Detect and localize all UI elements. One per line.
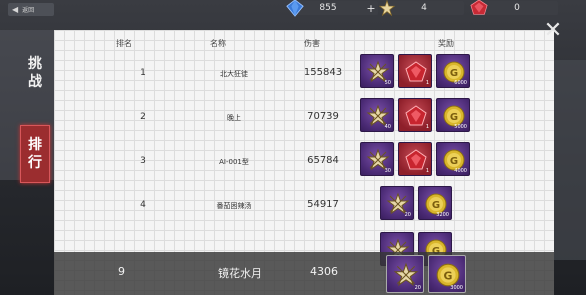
reward-item[interactable]: G 4000 xyxy=(436,142,470,176)
reward-count: 30 xyxy=(384,168,391,174)
row-damage: 155843 xyxy=(303,67,343,78)
svg-text:G: G xyxy=(444,269,453,282)
row-rewards: 20 G 3200 xyxy=(380,186,452,220)
row-rank: 3 xyxy=(140,156,146,166)
reward-item[interactable]: 20 xyxy=(380,186,414,220)
row-player-name: 晚上 xyxy=(227,114,241,122)
reward-item[interactable]: G 3000 xyxy=(428,255,466,293)
table-row: 3 AI-001型 65784 30 1 G 4000 xyxy=(54,142,554,182)
my-rank: 9 xyxy=(118,265,125,278)
tab-ranking[interactable]: 排 行 xyxy=(20,125,50,183)
reward-count: 40 xyxy=(384,124,391,130)
reward-item[interactable]: 50 xyxy=(360,54,394,88)
back-arrow-icon: ◀ xyxy=(12,5,19,14)
table-row: 1 北大狂徒 155843 50 1 G 6000 xyxy=(54,54,554,94)
tab-ranking-char: 行 xyxy=(28,155,42,171)
ruby-icon xyxy=(405,105,427,126)
ranking-panel: 排名 名称 伤害 奖励 1 北大狂徒 155843 50 1 G 6000 2 晚上 70739 4… xyxy=(54,30,554,295)
reward-count: 20 xyxy=(414,285,421,291)
header-rank: 排名 xyxy=(116,39,132,48)
tab-challenge-char: 战 xyxy=(28,74,42,90)
tab-challenge[interactable]: 挑 战 xyxy=(20,55,50,95)
close-button[interactable]: ✕ xyxy=(542,20,564,42)
row-rank: 4 xyxy=(140,200,146,210)
my-damage: 4306 xyxy=(310,265,338,278)
ruby-count: 0 xyxy=(514,3,520,13)
reward-count: 5000 xyxy=(454,124,467,130)
blue-gem-icon xyxy=(286,0,304,17)
header-damage: 伤害 xyxy=(304,39,320,48)
row-player-name: AI-001型 xyxy=(219,158,249,166)
row-player-name: 北大狂徒 xyxy=(220,70,248,78)
row-damage: 70739 xyxy=(307,111,339,122)
top-bar: ◀ 返回 855 + 4 0 xyxy=(0,0,586,18)
reward-item[interactable]: 1 xyxy=(398,54,432,88)
medal-counter: 4 xyxy=(378,0,464,17)
reward-item[interactable]: G 5000 xyxy=(436,98,470,132)
reward-count: 3200 xyxy=(436,212,449,218)
reward-count: 4000 xyxy=(454,168,467,174)
svg-text:G: G xyxy=(450,112,458,123)
tab-challenge-char: 挑 xyxy=(28,56,42,72)
back-label: 返回 xyxy=(22,7,35,14)
reward-count: 1 xyxy=(425,124,429,130)
reward-count: 3000 xyxy=(450,285,463,291)
row-damage: 65784 xyxy=(307,155,339,166)
svg-text:G: G xyxy=(432,200,440,211)
svg-text:G: G xyxy=(450,68,458,79)
my-name: 镜花水月 xyxy=(218,267,262,280)
header-reward: 奖励 xyxy=(438,39,454,48)
reward-count: 50 xyxy=(384,80,391,86)
reward-count: 1 xyxy=(425,168,429,174)
reward-item[interactable]: 40 xyxy=(360,98,394,132)
reward-item[interactable]: 1 xyxy=(398,142,432,176)
row-rank: 1 xyxy=(140,68,146,78)
reward-count: 20 xyxy=(404,212,411,218)
table-row: 2 晚上 70739 40 1 G 5000 xyxy=(54,98,554,138)
header-name: 名称 xyxy=(210,39,226,48)
tab-ranking-char: 排 xyxy=(28,137,42,153)
my-rank-entry: 9 镜花水月 4306 20 G 3000 xyxy=(54,252,554,295)
reward-item[interactable]: 20 xyxy=(386,255,424,293)
ruby-icon xyxy=(470,0,488,15)
reward-item[interactable]: 30 xyxy=(360,142,394,176)
add-gems-button[interactable]: + xyxy=(364,2,378,15)
medal-count: 4 xyxy=(421,3,427,13)
ruby-counter: 0 xyxy=(470,0,558,15)
row-rank: 2 xyxy=(140,112,146,122)
row-damage: 54917 xyxy=(307,199,339,210)
row-player-name: 番茄困辣汤 xyxy=(216,202,252,210)
reward-count: 6000 xyxy=(454,80,467,86)
gem-counter: 855 + xyxy=(286,0,378,17)
svg-text:G: G xyxy=(450,156,458,167)
table-row: 4 番茄困辣汤 54917 20 G 3200 xyxy=(54,186,554,226)
reward-count: 1 xyxy=(425,80,429,86)
reward-item[interactable]: G 3200 xyxy=(418,186,452,220)
row-rewards: 40 1 G 5000 xyxy=(360,98,470,132)
ruby-icon xyxy=(405,61,427,82)
reward-item[interactable]: G 6000 xyxy=(436,54,470,88)
my-rewards: 20 G 3000 xyxy=(386,255,466,293)
medal-icon xyxy=(378,0,396,17)
row-rewards: 30 1 G 4000 xyxy=(360,142,470,176)
reward-item[interactable]: 1 xyxy=(398,98,432,132)
row-rewards: 50 1 G 6000 xyxy=(360,54,470,88)
ruby-icon xyxy=(405,149,427,170)
back-button[interactable]: ◀ 返回 xyxy=(8,3,54,16)
